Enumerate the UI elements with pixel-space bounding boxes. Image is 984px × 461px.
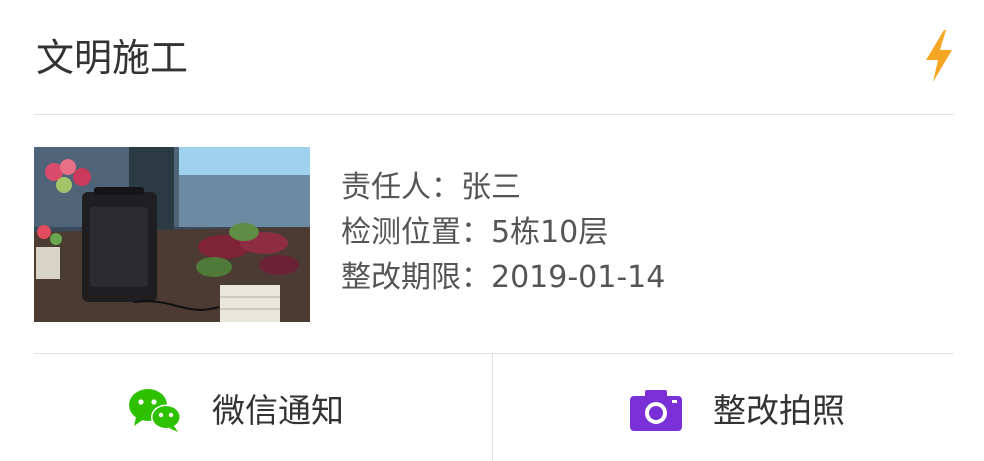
- card-header: 文明施工: [0, 0, 984, 114]
- detail-list: 责任人：张三 检测位置：5栋10层 整改期限：2019-01-14: [341, 165, 665, 300]
- wechat-notify-label: 微信通知: [212, 391, 344, 430]
- camera-icon: [630, 390, 682, 431]
- detail-row-responsible: 责任人：张三: [341, 165, 665, 210]
- detail-label: 检测位置：: [341, 215, 491, 250]
- detail-value: 2019-01-14: [491, 260, 666, 295]
- card-title: 文明施工: [36, 36, 189, 80]
- site-photo[interactable]: [34, 147, 310, 322]
- wechat-notify-button[interactable]: 微信通知: [0, 354, 492, 461]
- rectify-photo-button[interactable]: 整改拍照: [493, 354, 984, 461]
- lightning-bolt-icon: [926, 30, 952, 82]
- action-bar: 微信通知 整改拍照: [0, 354, 984, 461]
- rectify-photo-label: 整改拍照: [713, 391, 845, 430]
- detail-row-deadline: 整改期限：2019-01-14: [341, 255, 665, 300]
- wechat-icon: [129, 389, 181, 432]
- inspection-card: 文明施工 责任人：张三 检测位置：5栋10层 整改期限：2019-01-14 微…: [0, 0, 984, 461]
- detail-row-location: 检测位置：5栋10层: [341, 210, 665, 255]
- detail-value: 5栋10层: [491, 215, 609, 250]
- detail-label: 整改期限：: [341, 260, 491, 295]
- detail-value: 张三: [461, 170, 521, 205]
- card-body: 责任人：张三 检测位置：5栋10层 整改期限：2019-01-14: [0, 115, 984, 353]
- detail-label: 责任人：: [341, 170, 461, 205]
